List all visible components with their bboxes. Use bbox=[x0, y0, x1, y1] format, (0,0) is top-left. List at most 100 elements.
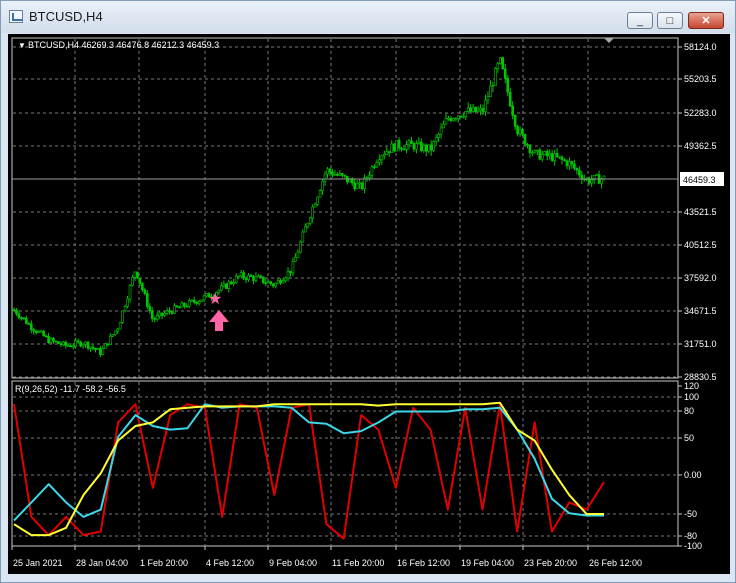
candle-body bbox=[225, 283, 228, 289]
candle-body bbox=[76, 340, 80, 343]
candle-body bbox=[42, 330, 45, 337]
symbol-info-label: BTCUSD,H4 46269.3 46476.8 46212.3 46459.… bbox=[28, 40, 219, 50]
candle-body bbox=[22, 317, 26, 319]
candle-body bbox=[427, 144, 431, 152]
candle-body bbox=[237, 275, 240, 278]
time-tick-label: 23 Feb 20:00 bbox=[524, 558, 577, 568]
candle-body bbox=[289, 270, 292, 274]
candle-body bbox=[358, 182, 361, 185]
candle-body bbox=[442, 123, 445, 129]
candle-body bbox=[545, 151, 549, 157]
candle-body bbox=[138, 277, 142, 284]
candle-body bbox=[471, 106, 475, 112]
candle-body bbox=[461, 116, 465, 118]
candle-body bbox=[331, 171, 334, 176]
candle-body bbox=[81, 344, 85, 347]
candle-body bbox=[464, 111, 468, 117]
candle-body bbox=[370, 166, 374, 176]
indicator-lines[interactable] bbox=[13, 401, 605, 540]
candle-body bbox=[91, 346, 95, 349]
candle-body bbox=[17, 313, 21, 318]
candle-body bbox=[565, 160, 569, 167]
candle-body bbox=[489, 85, 492, 98]
candle-body bbox=[111, 334, 115, 337]
shift-marker-icon[interactable] bbox=[604, 38, 614, 43]
candle-body bbox=[96, 348, 100, 350]
candle-body bbox=[558, 156, 561, 159]
candle-body bbox=[528, 144, 532, 153]
candle-body bbox=[311, 206, 315, 219]
time-tick-label: 28 Jan 04:00 bbox=[76, 558, 128, 568]
candle-body bbox=[262, 276, 265, 283]
candle-body bbox=[86, 341, 90, 349]
candle-body bbox=[150, 310, 154, 319]
candle-body bbox=[281, 280, 285, 284]
candle-body bbox=[99, 348, 102, 355]
candle-body bbox=[254, 275, 258, 281]
minimize-button[interactable]: _ bbox=[627, 12, 653, 29]
candle-body bbox=[94, 347, 97, 350]
candle-body bbox=[432, 141, 435, 151]
candle-body bbox=[148, 306, 152, 312]
close-button[interactable]: ✕ bbox=[688, 12, 724, 29]
candle-body bbox=[185, 305, 189, 308]
candle-body bbox=[222, 283, 226, 287]
star-icon[interactable]: ★ bbox=[208, 291, 222, 308]
candle-body bbox=[306, 222, 310, 228]
candle-body bbox=[197, 301, 201, 304]
candle-body bbox=[276, 279, 280, 284]
current-price-label: 46459.3 bbox=[683, 175, 716, 185]
candle-body bbox=[291, 261, 295, 274]
candle-body bbox=[257, 275, 260, 278]
candle-body bbox=[516, 126, 519, 135]
grid-lines bbox=[13, 39, 677, 545]
candle-body bbox=[286, 270, 290, 279]
price-tick-label: 34671.5 bbox=[684, 306, 717, 316]
candle-body bbox=[447, 118, 450, 120]
candle-body bbox=[170, 311, 174, 314]
candle-body bbox=[34, 330, 38, 333]
candle-body bbox=[173, 305, 176, 314]
candle-body bbox=[316, 196, 319, 205]
candle-body bbox=[242, 272, 245, 279]
candle-body bbox=[44, 335, 48, 338]
maximize-button[interactable]: □ bbox=[657, 12, 683, 29]
price-panel-frame bbox=[11, 37, 679, 379]
title-bar[interactable]: BTCUSD,H4 _ □ ✕ bbox=[1, 1, 735, 33]
up-arrow-icon[interactable] bbox=[209, 310, 229, 331]
price-candles[interactable] bbox=[12, 56, 606, 357]
candle-body bbox=[526, 144, 529, 146]
candle-body bbox=[299, 241, 302, 253]
candle-body bbox=[118, 322, 122, 330]
candle-body bbox=[175, 305, 179, 308]
candle-body bbox=[296, 251, 300, 258]
candle-body bbox=[523, 134, 527, 145]
candle-body bbox=[503, 68, 507, 79]
candle-body bbox=[550, 153, 554, 161]
candle-body bbox=[392, 143, 396, 152]
candle-body bbox=[385, 151, 389, 155]
candle-body bbox=[457, 115, 460, 119]
candle-body bbox=[415, 143, 418, 150]
candle-body bbox=[79, 341, 82, 347]
chart-svg[interactable]: 58124.0 55203.5 52283.0 49362.5 43521.5 40512… bbox=[8, 34, 730, 574]
candle-body bbox=[15, 309, 18, 315]
candle-body bbox=[417, 141, 421, 144]
candle-body bbox=[378, 159, 381, 163]
candle-body bbox=[412, 143, 416, 150]
candle-body bbox=[328, 168, 332, 173]
chart-window-icon bbox=[9, 10, 23, 23]
candle-body bbox=[247, 274, 250, 280]
chart-canvas[interactable]: 58124.0 55203.5 52283.0 49362.5 43521.5 40512… bbox=[8, 34, 730, 574]
candle-body bbox=[387, 151, 391, 154]
candle-body bbox=[269, 281, 273, 285]
indicator-label: R(9,26,52) -11.7 -58.2 -56.5 bbox=[15, 384, 126, 394]
candle-body bbox=[259, 275, 263, 278]
price-tick-label: 40512.5 bbox=[684, 240, 717, 250]
candle-body bbox=[521, 129, 524, 135]
candle-body bbox=[602, 175, 606, 180]
time-axis: 25 Jan 2021 28 Jan 04:00 1 Feb 20:00 4 Feb … bbox=[11, 546, 642, 568]
candle-body bbox=[234, 275, 238, 284]
indicator-tick-label: -80 bbox=[684, 531, 697, 541]
dropdown-triangle-icon[interactable]: ▼ bbox=[18, 41, 26, 50]
